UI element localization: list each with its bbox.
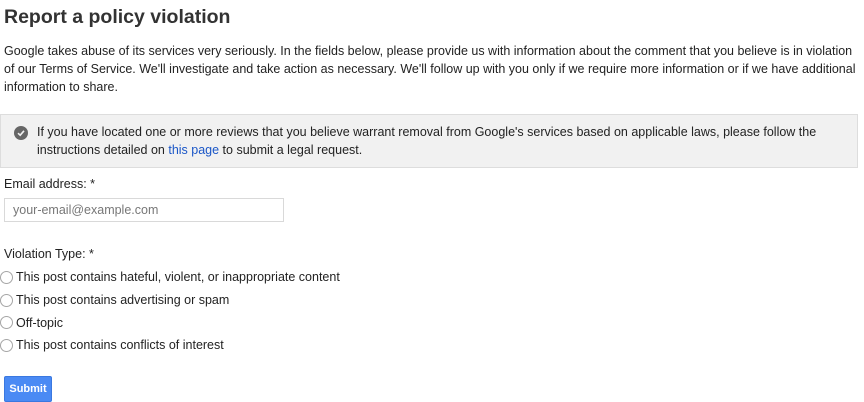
violation-type-label: Violation Type: *: [4, 247, 94, 261]
intro-text: Google takes abuse of its services very …: [4, 44, 856, 94]
violation-option-conflicts[interactable]: This post contains conflicts of interest: [0, 334, 860, 357]
email-label: Email address: *: [4, 177, 96, 191]
radio-button[interactable]: [0, 316, 13, 330]
report-page: Report a policy violation Google takes a…: [0, 0, 864, 402]
violation-option-spam[interactable]: This post contains advertising or spam: [0, 289, 860, 312]
radio-button[interactable]: [0, 270, 13, 284]
option-label[interactable]: Off-topic: [16, 316, 63, 330]
option-label[interactable]: This post contains hateful, violent, or …: [16, 270, 340, 284]
violation-type-options: This post contains hateful, violent, or …: [0, 266, 860, 357]
check-circle-icon: [14, 126, 28, 140]
submit-button[interactable]: Submit: [4, 375, 52, 402]
radio-button[interactable]: [0, 338, 13, 352]
radio-button[interactable]: [0, 293, 13, 307]
email-field[interactable]: [4, 198, 284, 222]
info-text-after: to submit a legal request.: [219, 143, 363, 157]
option-label[interactable]: This post contains conflicts of interest: [16, 338, 224, 352]
legal-request-link[interactable]: this page: [168, 143, 219, 157]
info-text-before: If you have located one or more reviews …: [37, 125, 817, 157]
page-title: Report a policy violation: [4, 6, 231, 28]
option-label[interactable]: This post contains advertising or spam: [16, 293, 229, 307]
legal-info-box: If you have located one or more reviews …: [0, 114, 858, 168]
violation-option-hateful[interactable]: This post contains hateful, violent, or …: [0, 266, 860, 289]
violation-option-off-topic[interactable]: Off-topic: [0, 311, 860, 334]
